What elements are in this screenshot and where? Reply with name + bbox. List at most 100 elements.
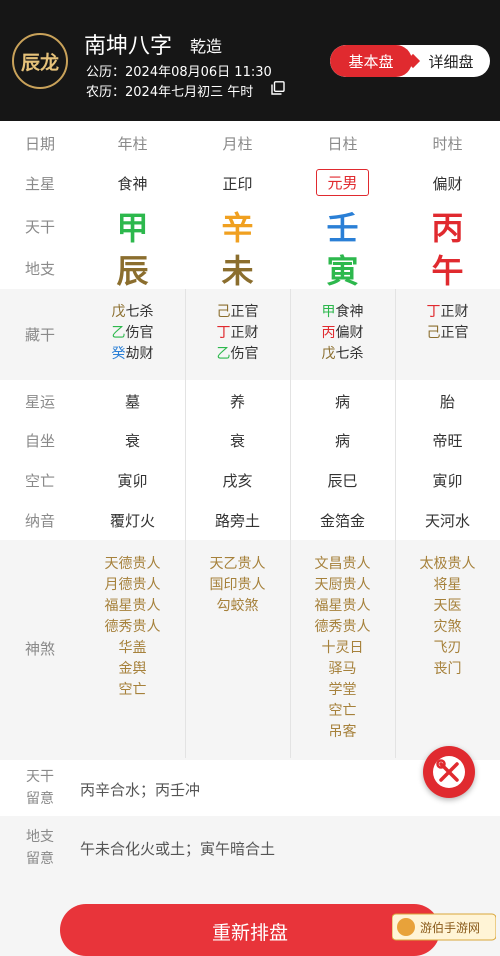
label-tiangan-note: 天干 留意	[26, 769, 54, 807]
watermark: 游伯手游网	[392, 913, 496, 941]
canggan-stem: 乙	[111, 325, 126, 341]
chart-name: 南坤八字	[84, 34, 173, 59]
canggan-stem: 丁	[216, 325, 231, 341]
canggan-god: 伤官	[230, 346, 259, 362]
canggan-item: 丁正财	[185, 323, 290, 344]
canggan-item: 乙伤官	[185, 344, 290, 365]
shensha-item: 德秀贵人	[314, 619, 371, 635]
canggan-god: 七杀	[125, 304, 154, 320]
tiangan-year: 甲	[116, 209, 149, 247]
recalculate-button[interactable]: 重新排盘	[60, 904, 440, 956]
canggan-section: 藏干 戊七杀 乙伤官 癸劫财 己正官 丁正财 乙伤官 甲食神 丙偏财 戊七杀 丁正财 己正官	[0, 289, 500, 380]
label-main-star: 主星	[24, 175, 55, 193]
shensha-item: 国印贵人	[209, 577, 266, 593]
shensha-item: 德秀贵人	[104, 619, 161, 635]
canggan-item: 己正官	[185, 302, 290, 323]
copy-icon[interactable]	[271, 81, 285, 95]
chart-header: 辰龙 南坤八字 乾造 公历：2024年08月06日 11:30 农历：2024年…	[0, 0, 500, 121]
zizuo-year: 衰	[124, 432, 140, 450]
canggan-item: 癸劫财	[80, 344, 185, 365]
canggan-stem: 戊	[111, 304, 126, 320]
shensha-item: 吊客	[328, 724, 357, 740]
main-star-hour: 偏财	[432, 175, 463, 193]
shensha-item: 灾煞	[433, 619, 462, 635]
gender-label: 乾造	[190, 37, 223, 56]
canggan-stem: 戊	[321, 346, 336, 362]
canggan-stem: 丙	[321, 325, 336, 341]
canggan-item: 戊七杀	[290, 344, 395, 365]
shensha-item: 将星	[433, 577, 462, 593]
xingyun-year: 墓	[124, 393, 140, 411]
shensha-item: 月德贵人	[104, 577, 161, 593]
dizhi-note: 午未合化火或土；寅午暗合土	[80, 840, 276, 858]
nayin-hour: 天河水	[424, 512, 470, 530]
canggan-year: 戊七杀 乙伤官 癸劫财	[80, 302, 185, 365]
shensha-item: 学堂	[328, 682, 357, 698]
avatar: 辰龙	[12, 33, 68, 89]
kongwang-day: 辰巳	[327, 472, 358, 490]
canggan-item: 丁正财	[395, 302, 500, 323]
label-nayin: 纳音	[24, 512, 55, 530]
label-dizhi-note: 地支 留意	[26, 829, 54, 867]
shensha-section: 神煞 天德贵人 月德贵人 福星贵人 德秀贵人 华盖 金舆 空亡 天乙贵人 国印贵人 勾蛟煞 文昌…	[0, 540, 500, 758]
shensha-month: 天乙贵人国印贵人勾蛟煞	[185, 554, 290, 617]
canggan-god: 伤官	[125, 325, 154, 341]
kongwang-year: 寅卯	[117, 472, 148, 490]
shensha-day: 文昌贵人 天厨贵人 福星贵人 德秀贵人 十灵日 驿马 学堂 空亡 吊客	[290, 554, 395, 743]
canggan-stem: 丁	[426, 304, 441, 320]
zizuo-hour: 帝旺	[432, 432, 463, 450]
canggan-god: 正财	[440, 304, 469, 320]
canggan-item: 乙伤官	[80, 323, 185, 344]
dizhi-day: 寅	[326, 252, 359, 290]
tab-detail[interactable]: 详细盘	[412, 45, 490, 77]
shensha-item: 勾蛟煞	[216, 598, 259, 614]
canggan-item: 甲食神	[290, 302, 395, 323]
column-month: 月柱	[222, 135, 253, 153]
label-canggan: 藏干	[24, 326, 55, 344]
tiangan-note: 丙辛合水；丙壬冲	[80, 781, 201, 799]
label-kongwang: 空亡	[24, 472, 55, 490]
canggan-god: 劫财	[125, 346, 154, 362]
canggan-item: 戊七杀	[80, 302, 185, 323]
canggan-god: 正财	[230, 325, 259, 341]
canggan-god: 偏财	[335, 325, 364, 341]
pillars-section: 日期 年柱 月柱 日柱 时柱 主星 食神 正印 元男 偏财 天干 甲 辛 壬 丙…	[0, 121, 500, 290]
label-xingyun: 星运	[24, 393, 55, 411]
kongwang-hour: 寅卯	[432, 472, 463, 490]
shensha-item: 天医	[433, 598, 462, 614]
canggan-god: 食神	[335, 304, 364, 320]
canggan-stem: 乙	[216, 346, 231, 362]
svg-text:游伯手游网: 游伯手游网	[420, 920, 480, 935]
main-star-day: 元男	[290, 169, 395, 196]
canggan-day: 甲食神 丙偏财 戊七杀	[290, 302, 395, 365]
canggan-stem: 癸	[111, 346, 126, 362]
canggan-stem: 甲	[321, 304, 336, 320]
canggan-stem: 己	[426, 325, 441, 341]
kongwang-month: 戌亥	[222, 472, 253, 490]
canggan-god: 七杀	[335, 346, 364, 362]
canggan-god: 正官	[230, 304, 259, 320]
shensha-item: 天厨贵人	[314, 577, 371, 593]
canggan-item: 丙偏财	[290, 323, 395, 344]
shensha-item: 空亡	[118, 682, 147, 698]
dizhi-note-row: 地支 留意 午未合化火或土；寅午暗合土	[0, 818, 500, 882]
shensha-year: 天德贵人 月德贵人 福星贵人 德秀贵人 华盖 金舆 空亡	[80, 554, 185, 701]
canggan-god: 正官	[440, 325, 469, 341]
dizhi-month: 未	[221, 252, 254, 290]
tiangan-month: 辛	[221, 209, 254, 247]
canggan-stem: 己	[216, 304, 231, 320]
shensha-item: 金舆	[118, 661, 147, 677]
dizhi-hour: 午	[431, 252, 464, 290]
nayin-day: 金箔金	[319, 512, 365, 530]
label-dizhi: 地支	[24, 260, 55, 278]
shensha-item: 天乙贵人	[209, 556, 266, 572]
shensha-item: 福星贵人	[104, 598, 161, 614]
shensha-item: 飞刃	[433, 640, 462, 656]
xingyun-hour: 胎	[439, 393, 455, 411]
label-tiangan: 天干	[24, 218, 55, 236]
canggan-item: 己正官	[395, 323, 500, 344]
main-star-year: 食神	[117, 175, 148, 193]
column-year: 年柱	[117, 135, 148, 153]
tab-basic[interactable]: 基本盘	[330, 45, 412, 77]
tools-fab-button[interactable]	[423, 746, 475, 798]
